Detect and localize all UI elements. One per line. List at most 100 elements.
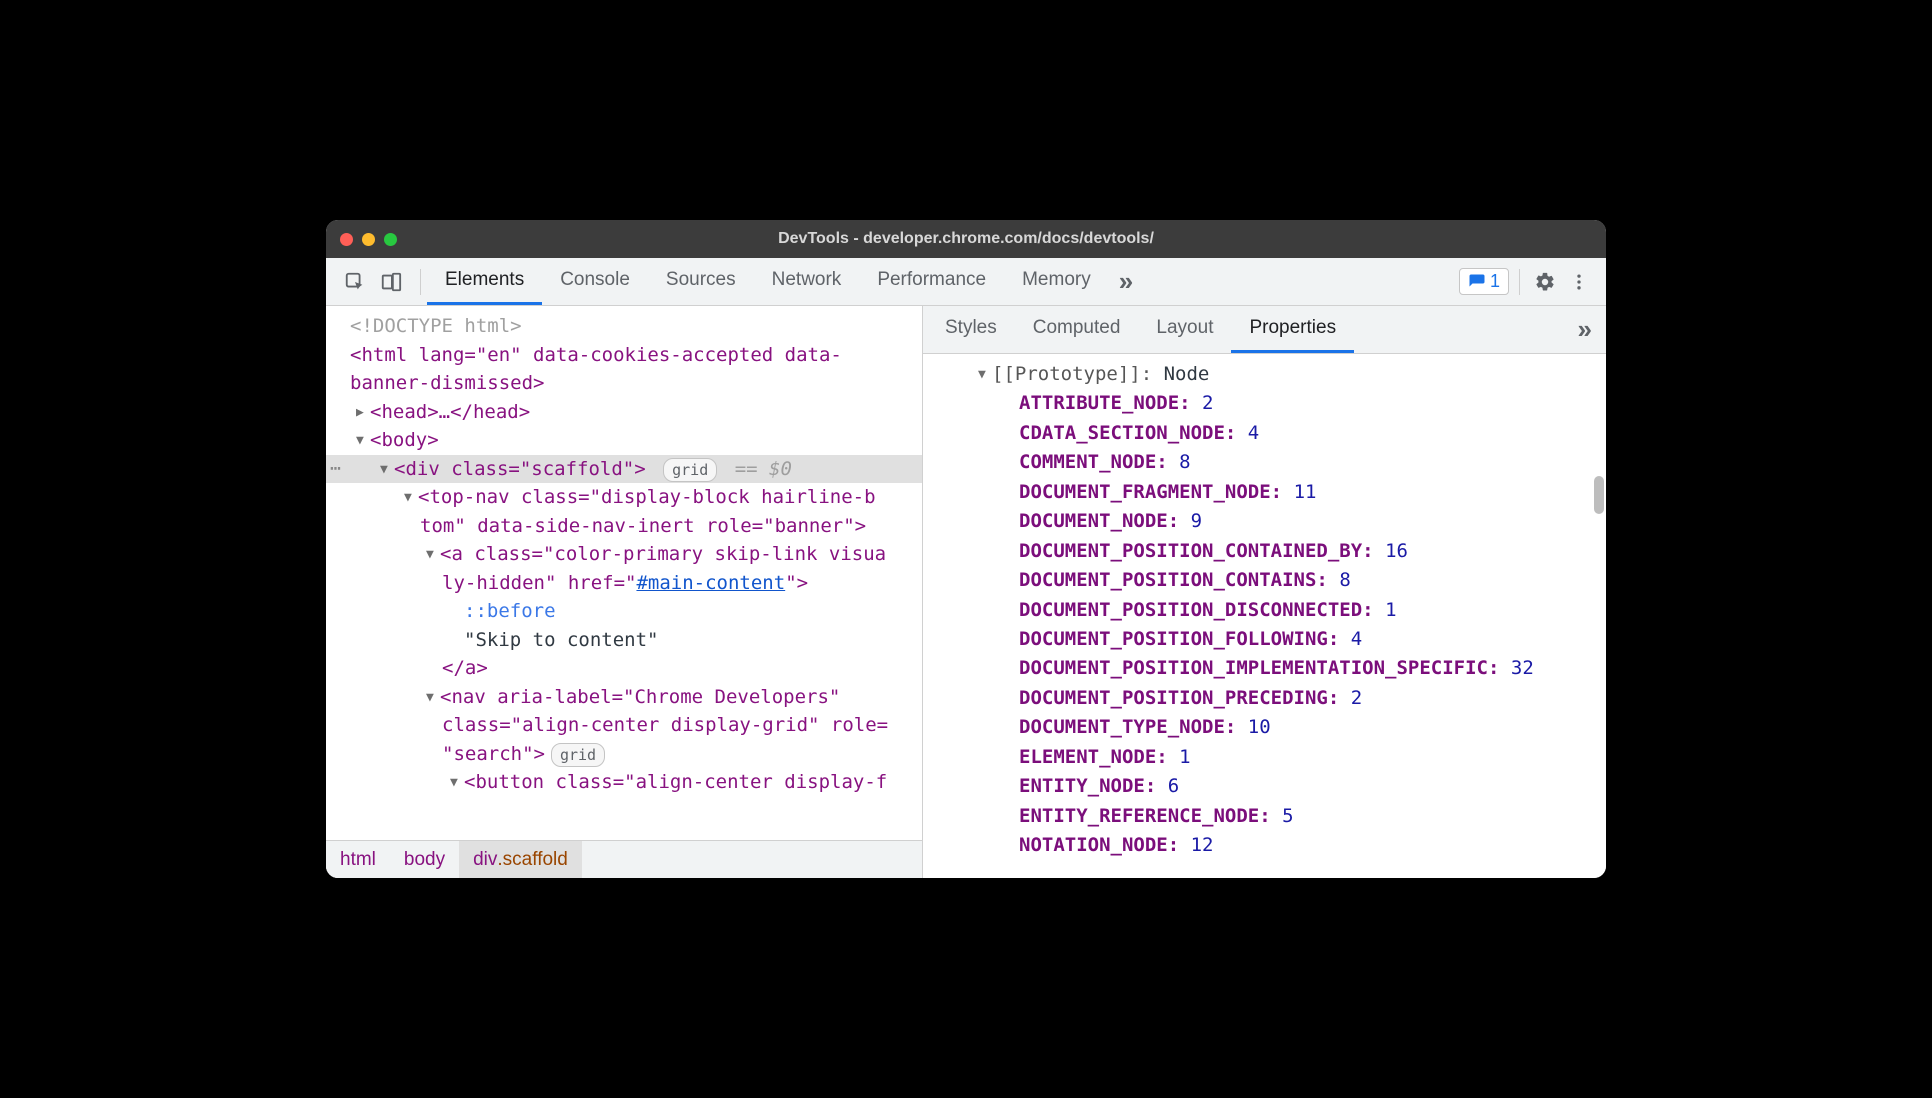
collapse-arrow-icon[interactable]: ▼: [426, 688, 438, 708]
property-value: 4: [1248, 422, 1259, 444]
tab-styles[interactable]: Styles: [927, 306, 1015, 353]
property-key: CDATA_SECTION_NODE: [1019, 422, 1225, 444]
scrollbar-thumb[interactable]: [1594, 476, 1604, 514]
tab-layout[interactable]: Layout: [1138, 306, 1231, 353]
property-key: DOCUMENT_TYPE_NODE: [1019, 716, 1225, 738]
maximize-window-button[interactable]: [384, 233, 397, 246]
property-row[interactable]: CDATA_SECTION_NODE: 4: [933, 419, 1606, 448]
breadcrumb-div-scaffold[interactable]: div.scaffold: [459, 841, 582, 878]
a-tag[interactable]: <a class="color-primary skip-link visua: [440, 543, 886, 565]
property-value: 1: [1179, 746, 1190, 768]
traffic-lights: [340, 233, 397, 246]
pseudo-before[interactable]: ::before: [464, 600, 556, 622]
collapse-arrow-icon[interactable]: ▼: [356, 431, 368, 451]
property-row[interactable]: DOCUMENT_POSITION_PRECEDING: 2: [933, 684, 1606, 713]
property-row[interactable]: NOTATION_NODE: 12: [933, 831, 1606, 860]
property-key: ATTRIBUTE_NODE: [1019, 392, 1179, 414]
collapse-arrow-icon[interactable]: ▼: [380, 460, 392, 480]
tab-network[interactable]: Network: [754, 258, 860, 305]
property-key: DOCUMENT_POSITION_IMPLEMENTATION_SPECIFI…: [1019, 657, 1488, 679]
property-value: 5: [1282, 805, 1293, 827]
minimize-window-button[interactable]: [362, 233, 375, 246]
toolbar-separator: [1519, 269, 1520, 295]
collapse-arrow-icon[interactable]: ▼: [978, 365, 990, 385]
issues-count: 1: [1490, 271, 1500, 292]
property-key: COMMENT_NODE: [1019, 451, 1156, 473]
settings-icon[interactable]: [1530, 267, 1560, 297]
property-value: 16: [1385, 540, 1408, 562]
tab-performance[interactable]: Performance: [859, 258, 1004, 305]
property-row[interactable]: ATTRIBUTE_NODE: 2: [933, 389, 1606, 418]
sidebar-pane: Styles Computed Layout Properties » ▼[[P…: [923, 306, 1606, 878]
breadcrumb-body[interactable]: body: [390, 841, 459, 878]
tab-sources[interactable]: Sources: [648, 258, 754, 305]
property-row[interactable]: ENTITY_NODE: 6: [933, 772, 1606, 801]
properties-list[interactable]: ▼[[Prototype]]: Node ATTRIBUTE_NODE: 2CD…: [923, 354, 1606, 878]
property-value: 32: [1511, 657, 1534, 679]
property-row[interactable]: DOCUMENT_POSITION_CONTAINED_BY: 16: [933, 537, 1606, 566]
property-key: DOCUMENT_POSITION_CONTAINS: [1019, 569, 1316, 591]
property-row[interactable]: DOCUMENT_TYPE_NODE: 10: [933, 713, 1606, 742]
tab-memory[interactable]: Memory: [1004, 258, 1109, 305]
property-value: 2: [1202, 392, 1213, 414]
close-window-button[interactable]: [340, 233, 353, 246]
topnav-tag[interactable]: <top-nav class="display-block hairline-b: [418, 486, 876, 508]
inspect-element-icon[interactable]: [340, 267, 370, 297]
device-toolbar-icon[interactable]: [376, 267, 406, 297]
property-value: 6: [1168, 775, 1179, 797]
collapse-arrow-icon[interactable]: ▼: [450, 773, 462, 793]
button-tag[interactable]: <button class="align-center display-f: [464, 771, 887, 793]
property-key: ENTITY_NODE: [1019, 775, 1145, 797]
grid-badge[interactable]: grid: [663, 458, 717, 483]
grid-badge[interactable]: grid: [551, 743, 605, 768]
property-value: 11: [1294, 481, 1317, 503]
collapse-arrow-icon[interactable]: ▼: [404, 488, 416, 508]
property-value: 2: [1351, 687, 1362, 709]
console-reference: == $0: [735, 458, 792, 480]
property-key: ELEMENT_NODE: [1019, 746, 1156, 768]
property-row[interactable]: DOCUMENT_NODE: 9: [933, 507, 1606, 536]
more-sidebar-tabs-button[interactable]: »: [1568, 306, 1602, 353]
body-tag[interactable]: <body>: [370, 429, 439, 451]
tab-elements[interactable]: Elements: [427, 258, 542, 305]
doctype-node[interactable]: <!DOCTYPE html>: [350, 315, 522, 337]
kebab-menu-icon[interactable]: [1564, 267, 1594, 297]
breadcrumb-html[interactable]: html: [326, 841, 390, 878]
property-row[interactable]: DOCUMENT_POSITION_IMPLEMENTATION_SPECIFI…: [933, 654, 1606, 683]
prototype-row[interactable]: ▼[[Prototype]]: Node: [933, 360, 1606, 389]
sidebar-tabs: Styles Computed Layout Properties »: [923, 306, 1606, 354]
property-row[interactable]: COMMENT_NODE: 8: [933, 448, 1606, 477]
issues-icon: [1468, 273, 1486, 291]
collapse-arrow-icon[interactable]: ▼: [426, 545, 438, 565]
selected-node[interactable]: ▼<div class="scaffold"> grid == $0: [326, 455, 922, 484]
property-row[interactable]: DOCUMENT_POSITION_FOLLOWING: 4: [933, 625, 1606, 654]
property-row[interactable]: ELEMENT_NODE: 1: [933, 743, 1606, 772]
more-tabs-button[interactable]: »: [1109, 258, 1143, 305]
tab-computed[interactable]: Computed: [1015, 306, 1139, 353]
property-key: DOCUMENT_POSITION_DISCONNECTED: [1019, 599, 1362, 621]
tab-console[interactable]: Console: [542, 258, 648, 305]
expand-arrow-icon[interactable]: ▶: [356, 403, 368, 423]
window-title: DevTools - developer.chrome.com/docs/dev…: [326, 230, 1606, 248]
property-value: 8: [1339, 569, 1350, 591]
property-value: 8: [1179, 451, 1190, 473]
property-row[interactable]: DOCUMENT_POSITION_CONTAINS: 8: [933, 566, 1606, 595]
property-value: 1: [1385, 599, 1396, 621]
property-value: 10: [1248, 716, 1271, 738]
nav-tag[interactable]: <nav aria-label="Chrome Developers": [440, 686, 840, 708]
property-row[interactable]: DOCUMENT_POSITION_DISCONNECTED: 1: [933, 596, 1606, 625]
head-tag[interactable]: <head>…</head>: [370, 401, 530, 423]
text-node[interactable]: "Skip to content": [464, 629, 658, 651]
devtools-window: DevTools - developer.chrome.com/docs/dev…: [326, 220, 1606, 878]
property-row[interactable]: DOCUMENT_FRAGMENT_NODE: 11: [933, 478, 1606, 507]
property-row[interactable]: ENTITY_REFERENCE_NODE: 5: [933, 802, 1606, 831]
issues-badge[interactable]: 1: [1459, 268, 1509, 295]
toolbar-separator: [420, 269, 421, 295]
html-tag[interactable]: <html lang="en" data-cookies-accepted da…: [350, 344, 842, 366]
dom-tree[interactable]: <!DOCTYPE html> <html lang="en" data-coo…: [326, 306, 922, 840]
content-area: <!DOCTYPE html> <html lang="en" data-coo…: [326, 306, 1606, 878]
tab-properties[interactable]: Properties: [1231, 306, 1354, 353]
a-close-tag[interactable]: </a>: [442, 657, 488, 679]
property-key: ENTITY_REFERENCE_NODE: [1019, 805, 1259, 827]
href-link[interactable]: #main-content: [636, 572, 785, 594]
